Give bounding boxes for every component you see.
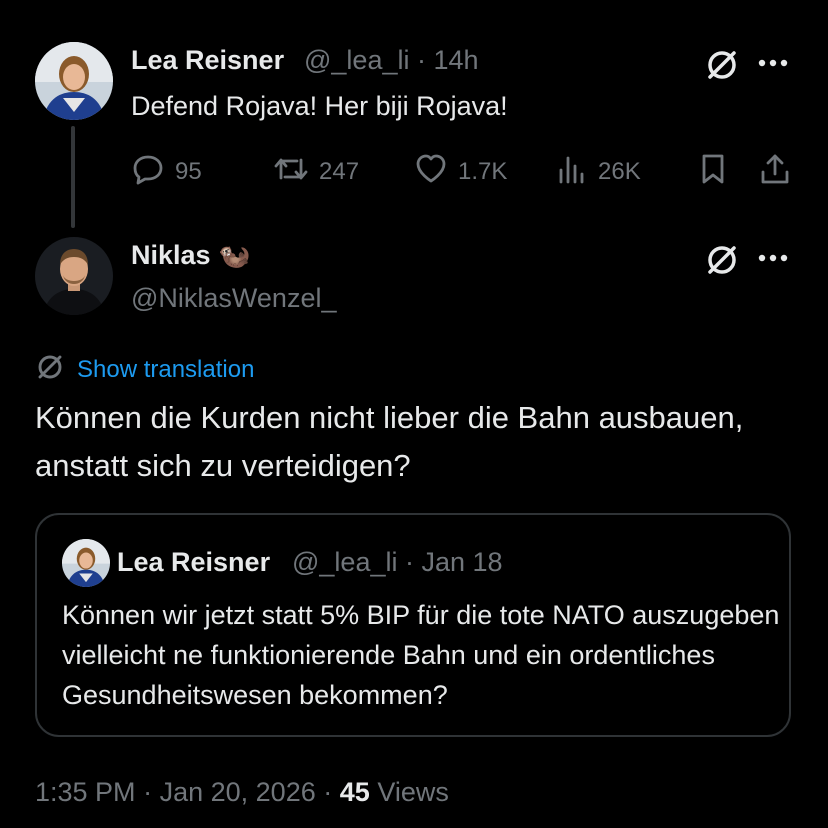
post-time[interactable]: 1:35 PM: [35, 777, 136, 807]
quoted-author-name: Lea Reisner: [117, 547, 271, 577]
share-icon: [759, 152, 791, 193]
handle-text: @_lea_li: [292, 547, 398, 577]
tweet-metadata: 1:35 PM · Jan 20, 2026 · 45 Views: [35, 777, 449, 808]
thread-connector: [71, 126, 75, 228]
heart-icon: [414, 152, 448, 193]
like-button[interactable]: 1.7K: [414, 150, 507, 194]
repost-count: 247: [319, 158, 360, 185]
reply-bubble-icon: [131, 152, 165, 193]
avatar: [62, 539, 110, 587]
separator-dot: ·: [404, 547, 414, 577]
views-count: 26K: [598, 158, 641, 185]
author-name[interactable]: Lea Reisner: [131, 45, 284, 76]
tweet-text: Defend Rojava! Her biji Rojava!: [131, 91, 508, 121]
translate-icon: [35, 352, 65, 387]
grok-slash-circle-icon[interactable]: [702, 240, 742, 280]
bookmark-button[interactable]: [698, 150, 728, 194]
grok-slash-circle-icon[interactable]: [702, 45, 742, 85]
views-label: Views: [377, 777, 449, 807]
bookmark-icon: [698, 152, 728, 193]
show-translation-label[interactable]: Show translation: [77, 356, 254, 384]
repost-button[interactable]: 247: [273, 150, 359, 194]
quoted-tweet-text: Können wir jetzt statt 5% BIP für die to…: [62, 600, 780, 710]
like-count: 1.7K: [458, 158, 508, 185]
views-bars-icon: [556, 152, 588, 193]
post-date[interactable]: Jan 20, 2026: [160, 777, 316, 807]
avatar[interactable]: [35, 237, 113, 315]
quoted-tweet-card[interactable]: Lea Reisner @_lea_li · Jan 18 Können wir…: [35, 513, 791, 737]
timestamp[interactable]: 14h: [434, 45, 479, 75]
separator-dot: ·: [416, 45, 426, 75]
author-name-text[interactable]: Niklas: [131, 240, 211, 270]
views-button[interactable]: 26K: [556, 150, 641, 194]
more-dots-icon[interactable]: [755, 48, 791, 78]
otter-emoji-icon: 🦦: [218, 240, 251, 270]
reply-button[interactable]: 95: [131, 150, 202, 194]
author-handle[interactable]: @_lea_li · 14h: [304, 45, 479, 76]
author-name[interactable]: Niklas 🦦: [131, 240, 250, 271]
tweet-text: Können die Kurden nicht lieber die Bahn …: [35, 400, 744, 483]
separator-dot: ·: [323, 777, 333, 807]
avatar[interactable]: [35, 42, 113, 120]
views-count: 45: [339, 777, 370, 807]
quote-date: Jan 18: [421, 547, 503, 577]
quoted-author-handle: @_lea_li · Jan 18: [292, 547, 503, 578]
separator-dot: ·: [143, 777, 153, 807]
repost-icon: [273, 152, 309, 193]
share-button[interactable]: [759, 150, 791, 194]
show-translation-link[interactable]: Show translation: [35, 352, 254, 387]
more-dots-icon[interactable]: [755, 243, 791, 273]
handle-text[interactable]: @_lea_li: [304, 45, 409, 75]
author-handle[interactable]: @NiklasWenzel_: [131, 283, 336, 314]
reply-count: 95: [175, 158, 202, 185]
